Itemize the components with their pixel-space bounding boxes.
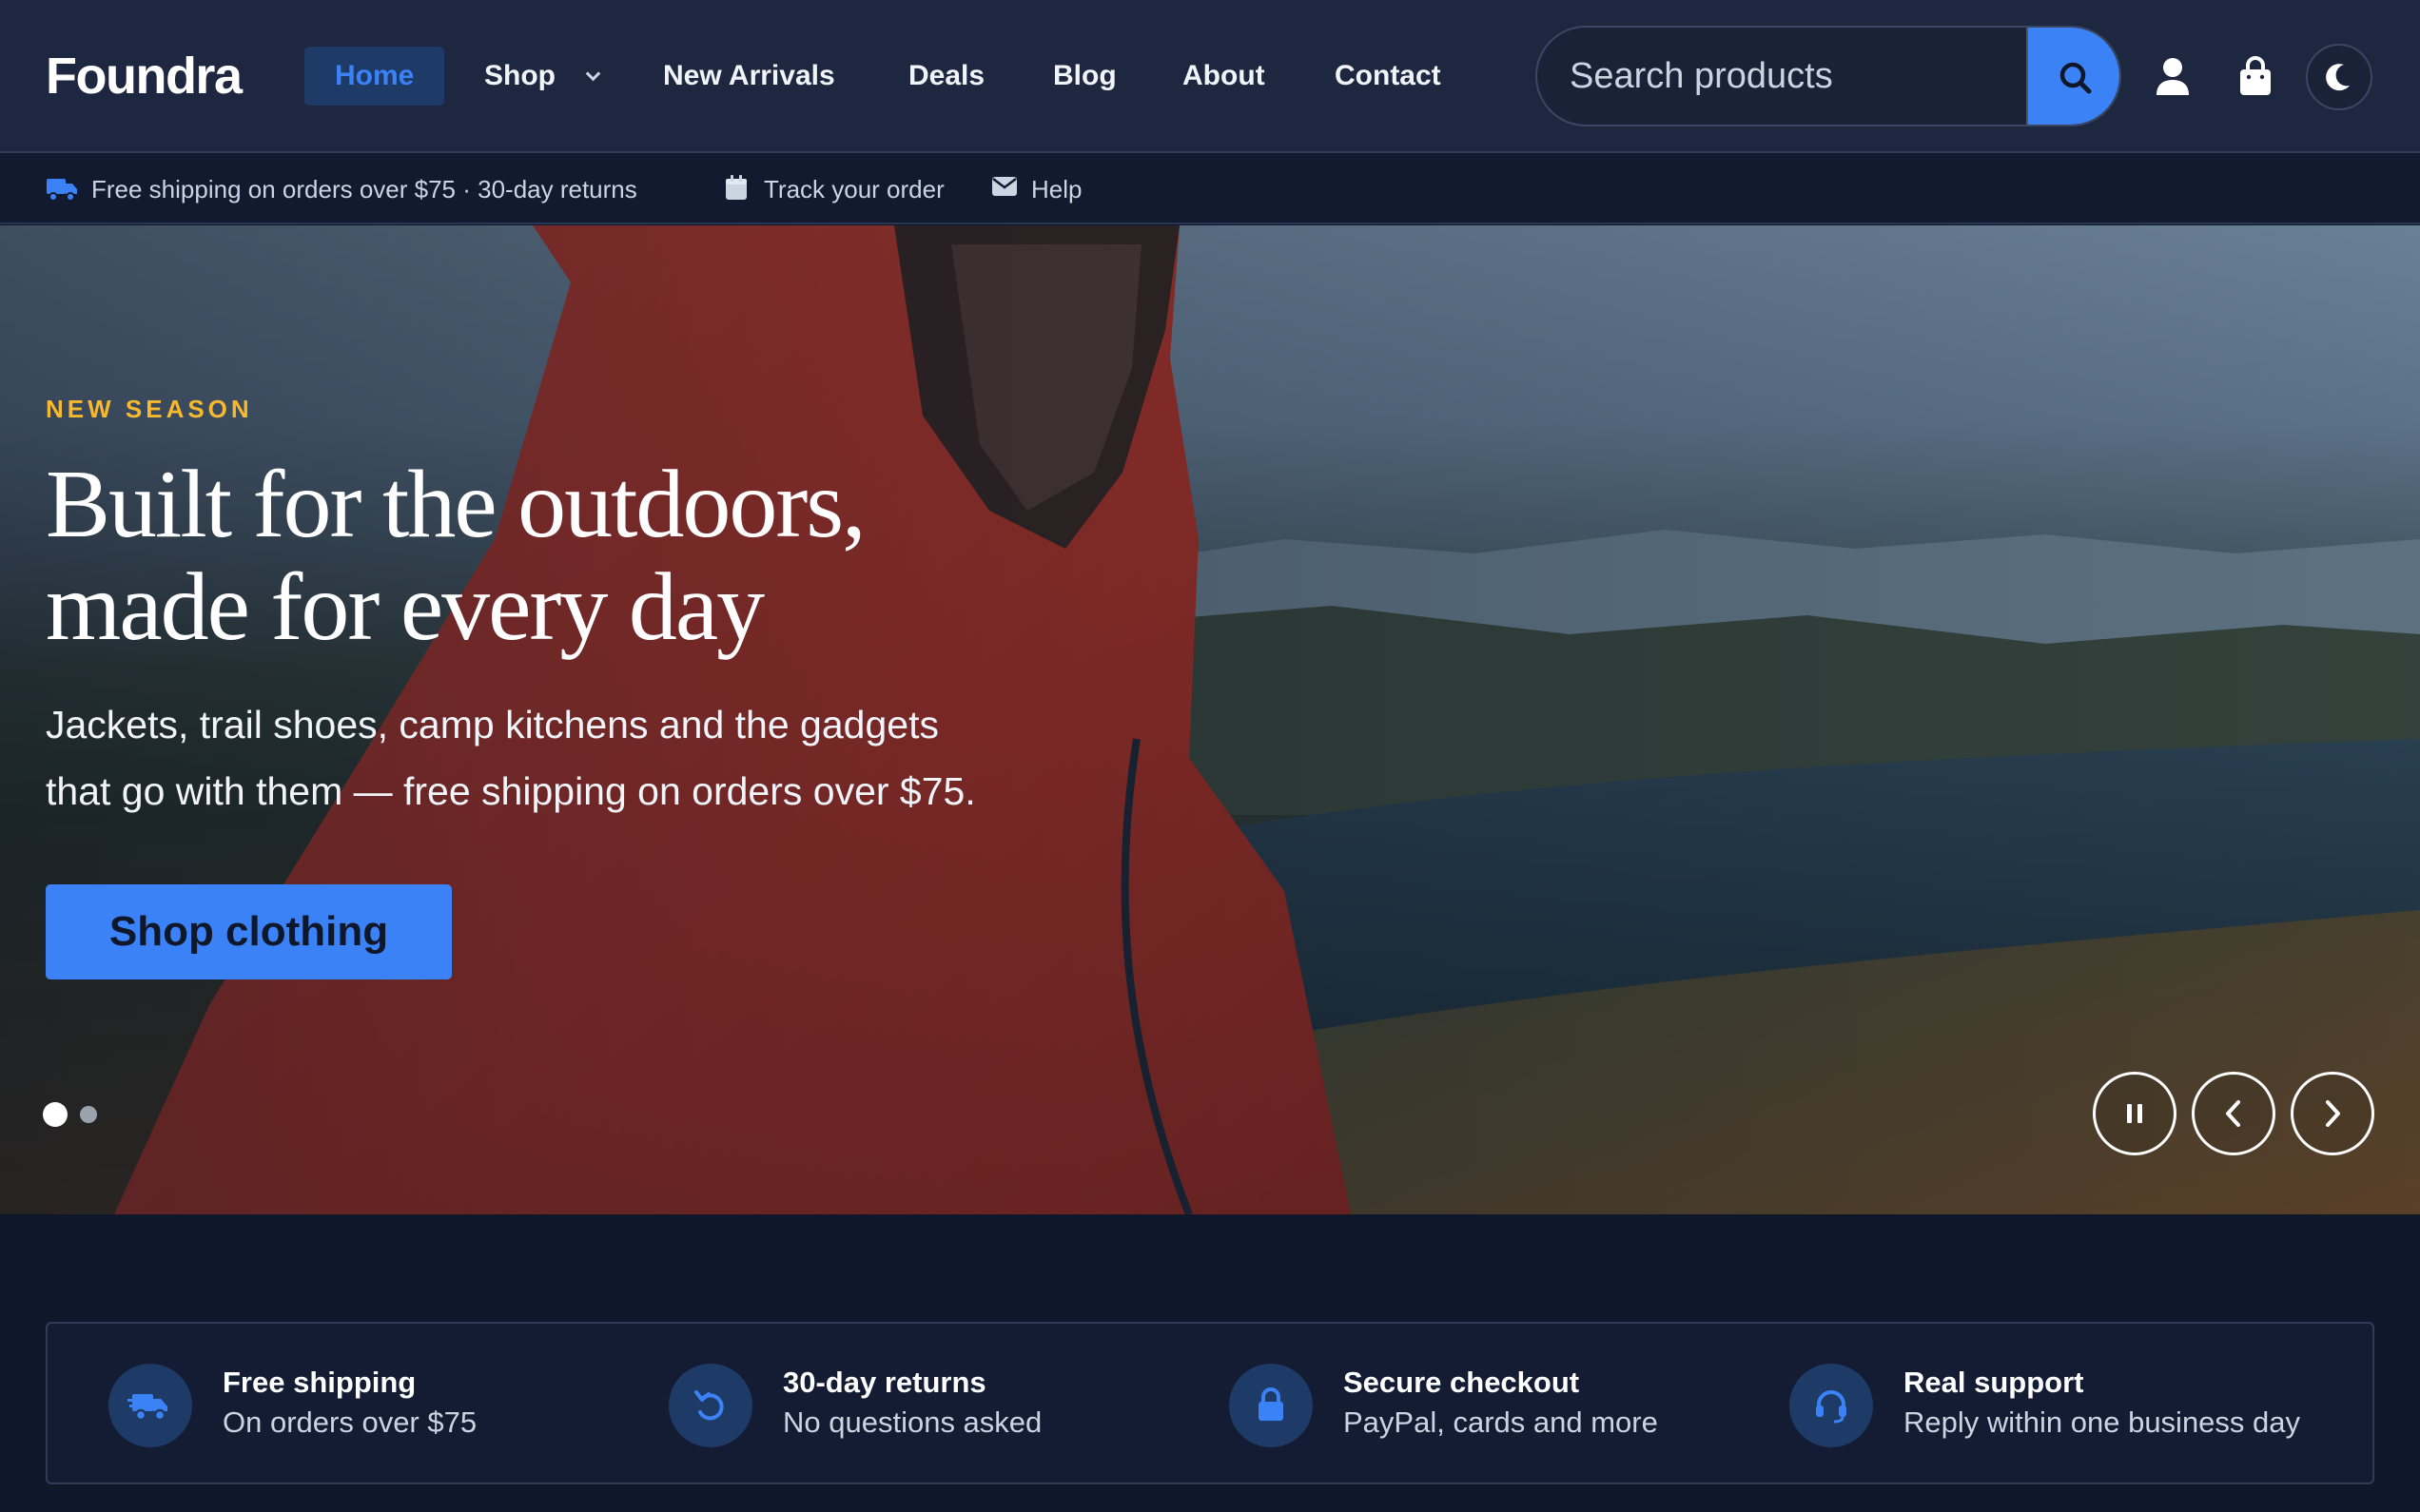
search-button[interactable] xyxy=(2026,28,2119,125)
slide-dot-1[interactable] xyxy=(43,1102,68,1127)
feature-secure-checkout: Secure checkout PayPal, cards and more xyxy=(1229,1324,1743,1486)
hero-title: Built for the outdoors, made for every d… xyxy=(46,454,1092,659)
search-bar xyxy=(1535,26,2121,126)
account-button[interactable] xyxy=(2149,53,2196,101)
feature-icon-badge xyxy=(669,1364,752,1447)
chevron-down-icon xyxy=(585,66,601,82)
brand-logo[interactable]: Foundra xyxy=(46,46,243,107)
feature-support: Real support Reply within one business d… xyxy=(1789,1324,2360,1486)
nav-deals[interactable]: Deals xyxy=(908,47,985,106)
hero-subtitle-line1: Jackets, trail shoes, camp kitchens and … xyxy=(46,703,939,746)
chevron-left-icon xyxy=(2226,1100,2240,1127)
site-header: Foundra Home Shop New Arrivals Deals Blo… xyxy=(0,0,2420,153)
feature-strip: Free shipping On orders over $75 30-day … xyxy=(46,1322,2374,1484)
hero-title-line1: Built for the outdoors, xyxy=(46,451,867,558)
hero-subtitle: Jackets, trail shoes, camp kitchens and … xyxy=(46,691,1149,824)
nav-home[interactable]: Home xyxy=(304,47,445,106)
feature-title: 30-day returns xyxy=(783,1366,986,1399)
hero-carousel: NEW SEASON Built for the outdoors, made … xyxy=(0,225,2420,1214)
feature-description: PayPal, cards and more xyxy=(1343,1405,1658,1439)
help-link[interactable]: Help xyxy=(991,154,1105,224)
feature-free-shipping: Free shipping On orders over $75 xyxy=(108,1324,622,1486)
nav-about[interactable]: About xyxy=(1182,47,1265,106)
utility-bar: Free shipping on orders over $75 · 30-da… xyxy=(0,154,2420,224)
feature-title: Free shipping xyxy=(223,1366,417,1399)
feature-description: Reply within one business day xyxy=(1903,1405,2301,1439)
pause-button[interactable] xyxy=(2093,1072,2176,1155)
feature-description: On orders over $75 xyxy=(223,1405,478,1439)
pause-icon xyxy=(2127,1104,2142,1123)
search-icon xyxy=(2059,62,2092,94)
hero-title-line2: made for every day xyxy=(46,553,765,661)
nav-new-arrivals[interactable]: New Arrivals xyxy=(663,47,835,106)
lock-icon xyxy=(1259,1387,1283,1421)
feature-icon-badge xyxy=(1229,1364,1313,1447)
shipping-notice: Free shipping on orders over $75 · 30-da… xyxy=(46,154,673,224)
hero-eyebrow: NEW SEASON xyxy=(46,395,253,423)
moon-icon xyxy=(2326,64,2350,91)
headset-icon xyxy=(1816,1390,1846,1424)
feature-title: Real support xyxy=(1903,1366,2084,1399)
truck-icon xyxy=(47,179,77,202)
feature-icon-badge xyxy=(108,1364,192,1447)
cart-button[interactable] xyxy=(2232,53,2279,101)
shop-clothing-button[interactable]: Shop clothing xyxy=(46,884,452,979)
track-order-link[interactable]: Track your order xyxy=(725,154,963,224)
hero-subtitle-line2: that go with them — free shipping on ord… xyxy=(46,769,976,813)
search-input[interactable] xyxy=(1537,28,2032,125)
track-order-label: Track your order xyxy=(764,175,945,204)
shipping-notice-text: Free shipping on orders over $75 · 30-da… xyxy=(91,175,637,204)
shopping-bag-icon xyxy=(2240,56,2271,95)
calendar-icon xyxy=(726,175,747,200)
next-slide-button[interactable] xyxy=(2291,1072,2374,1155)
feature-icon-badge xyxy=(1789,1364,1873,1447)
feature-description: No questions asked xyxy=(783,1405,1043,1439)
theme-toggle-button[interactable] xyxy=(2306,44,2372,110)
help-label: Help xyxy=(1031,175,1083,204)
nav-shop[interactable]: Shop xyxy=(484,47,601,106)
chevron-right-icon xyxy=(2326,1100,2340,1127)
user-icon xyxy=(2157,58,2189,95)
feature-title: Secure checkout xyxy=(1343,1366,1580,1399)
nav-blog[interactable]: Blog xyxy=(1053,47,1117,106)
rotate-left-icon xyxy=(694,1390,724,1421)
slide-dot-2[interactable] xyxy=(80,1106,97,1123)
previous-slide-button[interactable] xyxy=(2192,1072,2275,1155)
feature-returns: 30-day returns No questions asked xyxy=(669,1324,1182,1486)
nav-contact[interactable]: Contact xyxy=(1335,47,1441,106)
envelope-icon xyxy=(992,177,1017,196)
truck-icon xyxy=(127,1394,167,1422)
nav-shop-label: Shop xyxy=(484,60,556,91)
